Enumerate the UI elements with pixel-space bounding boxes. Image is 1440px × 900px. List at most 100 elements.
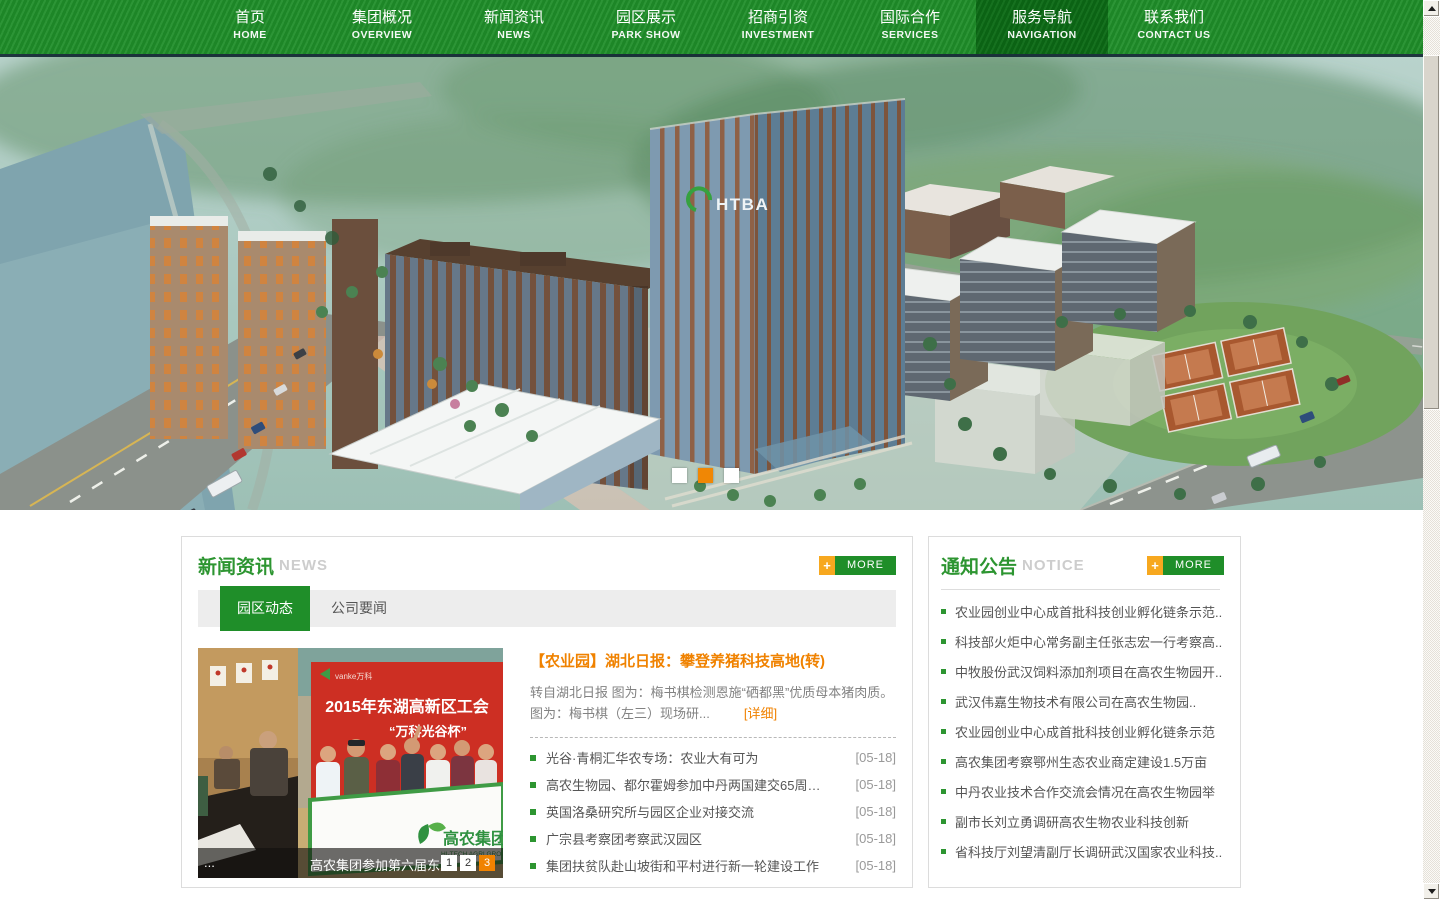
notice-item-text: 武汉伟嘉生物技术有限公司在高农生物园.. [955,692,1196,711]
notice-item[interactable]: 科技部火炬中心常务副主任张志宏一行考察高.. [941,626,1224,656]
bullet-icon [941,759,946,764]
tab-company-news[interactable]: 公司要闻 [331,590,387,627]
news-item-date: [05-18] [856,804,896,819]
tower-sign-text: HTBA [716,195,769,214]
news-title-en: NEWS [279,557,328,574]
bullet-icon [530,782,536,788]
detail-link[interactable]: [详细] [744,706,777,721]
news-body: vanke万科 2015年东湖高新区工会 “万科光谷杯” [198,648,896,879]
scroll-down-button[interactable] [1423,883,1440,900]
bullet-icon [530,809,536,815]
photo-pager: 1 2 3 [441,855,495,871]
notice-item[interactable]: 副市长刘立勇调研高农生物农业科技创新 [941,806,1224,836]
bullet-icon [941,849,946,854]
scroll-up-icon [1428,6,1436,11]
notice-item[interactable]: 农业园创业中心成首批科技创业孵化链条示范.. [941,596,1224,626]
notice-item-text: 高农集团考察鄂州生态农业商定建设1.5万亩 [955,752,1207,771]
news-item-date: [05-18] [856,858,896,873]
news-panel-header: 新闻资讯 NEWS + MORE [198,550,896,580]
nav-label-en: INVESTMENT [712,28,844,43]
scroll-up-button[interactable] [1423,0,1440,17]
poster-brand: vanke万科 [335,671,372,681]
nav-label-en: NAVIGATION [976,28,1108,43]
notice-item-text: 农业园创业中心成首批科技创业孵化链条示范 [955,722,1215,741]
more-label: MORE [835,556,896,575]
nav-item-park-show[interactable]: 园区展示 PARK SHOW [580,0,712,54]
pager-3[interactable]: 3 [479,855,495,871]
notice-item[interactable]: 高农集团考察鄂州生态农业商定建设1.5万亩 [941,746,1224,776]
nav-item-overview[interactable]: 集团概况 OVERVIEW [316,0,448,54]
notice-item-text: 科技部火炬中心常务副主任张志宏一行考察高.. [955,632,1222,651]
bullet-icon [530,836,536,842]
nav-item-home[interactable]: 首页 HOME [184,0,316,54]
nav-item-services[interactable]: 国际合作 SERVICES [844,0,976,54]
news-list: 光谷·青桐汇华农专场：农业大有可为 [05-18] 高农生物园、都尔霍姆参加中丹… [530,744,896,879]
news-item[interactable]: 高农生物园、都尔霍姆参加中丹两国建交65周… [05-18] [530,771,896,798]
featured-body: 转自湖北日报 图为：梅书棋检测恩施“硒都黑”优质母本猪肉质。 图为：梅书棋（左三… [530,682,896,724]
poster-title: 2015年东湖高新区工会 [325,697,489,716]
news-item-text: 高农生物园、都尔霍姆参加中丹两国建交65周… [546,775,848,794]
notice-panel-header: 通知公告 NOTICE + MORE [941,550,1224,580]
news-item[interactable]: 光谷·青桐汇华农专场：农业大有可为 [05-18] [530,744,896,771]
caption-prefix: ... [204,855,215,870]
hero-residential-buildings [150,216,378,469]
notice-item[interactable]: 武汉伟嘉生物技术有限公司在高农生物园.. [941,686,1224,716]
nav-label-en: CONTACT US [1108,28,1240,43]
notice-title-en: NOTICE [1022,557,1085,574]
nav-item-investment[interactable]: 招商引资 INVESTMENT [712,0,844,54]
more-label: MORE [1163,556,1224,575]
scrollbar-thumb[interactable] [1423,55,1440,410]
carousel-dots [672,468,739,483]
news-item-text: 英国洛桑研究所与园区企业对接交流 [546,802,848,821]
pager-2[interactable]: 2 [460,855,476,871]
news-item[interactable]: 集团扶贫队赴山坡街和平村进行新一轮建设工作 [05-18] [530,852,896,879]
featured-body-text: 转自湖北日报 图为：梅书棋检测恩施“硒都黑”优质母本猪肉质。 图为：梅书棋（左三… [530,685,893,721]
bullet-icon [941,669,946,674]
news-photo-carousel[interactable]: vanke万科 2015年东湖高新区工会 “万科光谷杯” [198,648,503,878]
carousel-dot-3[interactable] [724,468,739,483]
news-tabs: 园区动态 公司要闻 [198,590,896,627]
notice-item[interactable]: 省科技厅刘望清副厅长调研武汉国家农业科技.. [941,836,1224,866]
tab-park-news[interactable]: 园区动态 [220,586,310,631]
photo-current-slide: vanke万科 2015年东湖高新区工会 “万科光谷杯” [298,648,503,878]
notice-item-text: 副市长刘立勇调研高农生物农业科技创新 [955,812,1189,831]
notice-item[interactable]: 中牧股份武汉饲料添加剂项目在高农生物园开.. ··· [941,656,1224,686]
featured-article: 【农业园】湖北日报：攀登养猪科技高地(转) 转自湖北日报 图为：梅书棋检测恩施“… [530,648,896,879]
featured-title[interactable]: 【农业园】湖北日报：攀登养猪科技高地(转) [530,650,896,671]
poster-subtitle: “万科光谷杯” [389,724,467,739]
news-title-cn: 新闻资讯 [198,552,274,579]
news-item[interactable]: 英国洛桑研究所与园区企业对接交流 [05-18] [530,798,896,825]
nav-label-en: HOME [184,28,316,43]
nav-item-contact[interactable]: 联系我们 CONTACT US [1108,0,1240,54]
banner-cn: 高农集团 [443,829,503,848]
news-photo-illustration: vanke万科 2015年东湖高新区工会 “万科光谷杯” [198,648,503,878]
news-panel: 新闻资讯 NEWS + MORE 园区动态 公司要闻 [181,536,913,888]
bullet-icon [941,609,946,614]
notice-more-button[interactable]: + MORE [1147,556,1224,575]
notice-item-text: 中丹农业技术合作交流会情况在高农生物园举 [955,782,1215,801]
nav-label-en: OVERVIEW [316,28,448,43]
vertical-scrollbar[interactable] [1423,0,1440,900]
hero-illustration: HTBA [0,54,1423,510]
news-item-text: 广宗县考察团考察武汉园区 [546,829,848,848]
notice-item[interactable]: 农业园创业中心成首批科技创业孵化链条示范 [941,716,1224,746]
news-item-text: 集团扶贫队赴山坡街和平村进行新一轮建设工作 [546,856,848,875]
bullet-icon [941,789,946,794]
news-item[interactable]: 广宗县考察团考察武汉园区 [05-18] [530,825,896,852]
nav-item-navigation[interactable]: 服务导航 NAVIGATION [976,0,1108,54]
nav-label-en: PARK SHOW [580,28,712,43]
nav-label-cn: 集团概况 [316,8,448,28]
carousel-dot-2[interactable] [698,468,713,483]
page: 首页 HOME 集团概况 OVERVIEW 新闻资讯 NEWS 园区展示 PAR… [0,0,1440,900]
plus-icon: + [1147,556,1163,575]
bullet-icon [941,729,946,734]
notice-list: 农业园创业中心成首批科技创业孵化链条示范.. 科技部火炬中心常务副主任张志宏一行… [941,596,1224,866]
photo-caption-bar: ... 高农集团参加第六届东湖 1 2 3 [198,848,503,878]
pager-1[interactable]: 1 [441,855,457,871]
nav-item-news[interactable]: 新闻资讯 NEWS [448,0,580,54]
news-more-button[interactable]: + MORE [819,556,896,575]
nav-label-cn: 新闻资讯 [448,8,580,28]
news-item-text: 光谷·青桐汇华农专场：农业大有可为 [546,748,848,767]
notice-item[interactable]: 中丹农业技术合作交流会情况在高农生物园举 [941,776,1224,806]
carousel-dot-1[interactable] [672,468,687,483]
